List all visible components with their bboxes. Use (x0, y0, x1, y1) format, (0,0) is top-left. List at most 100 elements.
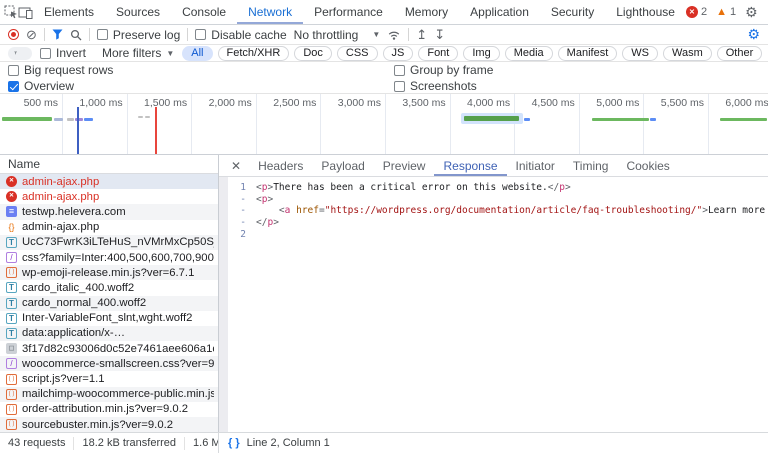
scroll-gutter[interactable] (219, 177, 228, 432)
tab-preview[interactable]: Preview (374, 155, 435, 176)
request-name: admin-ajax.php (22, 221, 214, 233)
request-row[interactable]: TInter-VariableFont_slnt,wght.woff2 (0, 311, 218, 326)
checkbox-checked[interactable] (8, 81, 19, 92)
code-text (256, 229, 768, 241)
search-icon[interactable] (70, 29, 82, 41)
warning-badge[interactable]: ▲1 (716, 6, 736, 18)
tab-security[interactable]: Security (540, 0, 605, 24)
filter-chip-img[interactable]: Img (463, 46, 499, 61)
checkbox[interactable] (40, 48, 51, 59)
request-row[interactable]: Tcardo_italic_400.woff2 (0, 280, 218, 295)
request-row[interactable]: /css?family=Inter:400,500,600,700,900&su… (0, 250, 218, 265)
checkbox[interactable] (394, 81, 405, 92)
timeline-tick-label: 3,000 ms (315, 97, 381, 109)
export-har-icon[interactable]: ↧ (434, 28, 445, 41)
request-row[interactable]: Tdata:application/x-… (0, 326, 218, 341)
request-row[interactable]: ( )order-attribution.min.js?ver=9.0.2 (0, 402, 218, 417)
timeline-tick-label: 4,500 ms (509, 97, 575, 109)
filter-chip-media[interactable]: Media (505, 46, 553, 61)
clear-button[interactable]: ⊘ (26, 28, 37, 41)
timeline-tick-label: 500 ms (0, 97, 58, 109)
request-row[interactable]: ✕admin-ajax.php (0, 189, 218, 204)
network-conditions-icon[interactable] (387, 29, 401, 41)
request-row[interactable]: ( )wp-emoji-release.min.js?ver=6.7.1 (0, 265, 218, 280)
network-overview-timeline[interactable]: 500 ms1,000 ms1,500 ms2,000 ms2,500 ms3,… (0, 94, 768, 155)
request-row[interactable]: ( )script.js?ver=1.1 (0, 371, 218, 386)
timeline-bar (67, 118, 74, 121)
preserve-log-checkbox[interactable]: Preserve log (97, 28, 180, 42)
script-icon: ( ) (6, 419, 17, 430)
format-icon[interactable]: { } (228, 437, 240, 449)
filter-chip-manifest[interactable]: Manifest (558, 46, 618, 61)
timeline-event-line (155, 107, 157, 155)
request-row[interactable]: ◻3f17d82c93006d0c52e7461aee606a1c?s=52… (0, 341, 218, 356)
tab-sources[interactable]: Sources (105, 0, 171, 24)
screenshots-checkbox[interactable]: Screenshots (394, 79, 768, 93)
checkbox[interactable] (394, 65, 405, 76)
record-button[interactable] (8, 29, 19, 40)
request-name: mailchimp-woocommerce-public.min.js?ver=… (22, 388, 214, 400)
filter-chip-all[interactable]: All (182, 46, 212, 61)
tab-initiator[interactable]: Initiator (507, 155, 564, 176)
tab-memory[interactable]: Memory (394, 0, 459, 24)
device-toolbar-icon[interactable] (18, 0, 33, 24)
request-name: admin-ajax.php (22, 176, 214, 188)
error-badge[interactable]: ✕2 (686, 6, 707, 18)
checkbox[interactable] (97, 29, 108, 40)
request-row[interactable]: ( )sourcebuster.min.js?ver=9.0.2 (0, 417, 218, 432)
disable-cache-checkbox[interactable]: Disable cache (195, 28, 286, 42)
request-row[interactable]: /woocommerce-smallscreen.css?ver=9.0.2 (0, 356, 218, 371)
invert-checkbox[interactable]: Invert (40, 46, 86, 60)
request-row[interactable]: Tcardo_normal_400.woff2 (0, 296, 218, 311)
filter-chip-ws[interactable]: WS (622, 46, 658, 61)
overview-checkbox[interactable]: Overview (8, 79, 394, 93)
big-request-rows-checkbox[interactable]: Big request rows (8, 63, 394, 77)
inspect-element-icon[interactable] (4, 0, 18, 24)
network-filter-bar: Invert More filters▼ All Fetch/XHR Doc CSS J… (0, 45, 768, 62)
tab-payload[interactable]: Payload (312, 155, 373, 176)
filter-chip-other[interactable]: Other (717, 46, 763, 61)
tab-application[interactable]: Application (459, 0, 540, 24)
error-icon: ✕ (6, 176, 17, 187)
filter-input-pill[interactable] (8, 47, 32, 60)
checkbox[interactable] (8, 65, 19, 76)
checkbox[interactable] (195, 29, 206, 40)
filter-toggle-button[interactable] (52, 29, 63, 40)
filter-chip-font[interactable]: Font (418, 46, 458, 61)
request-row[interactable]: ✕ admin-ajax.php (0, 174, 218, 189)
filter-chip-doc[interactable]: Doc (294, 46, 332, 61)
tab-lighthouse[interactable]: Lighthouse (605, 0, 686, 24)
timeline-bar (2, 117, 52, 121)
tab-headers[interactable]: Headers (249, 155, 312, 176)
response-code-viewer[interactable]: 1<p>There has been a critical error on t… (228, 177, 768, 432)
request-row[interactable]: {}admin-ajax.php (0, 220, 218, 235)
close-detail-icon[interactable]: ✕ (219, 155, 249, 176)
tab-console[interactable]: Console (171, 0, 237, 24)
settings-gear-icon[interactable]: ⚙ (745, 5, 758, 19)
tab-response[interactable]: Response (434, 155, 506, 176)
disable-cache-label: Disable cache (211, 28, 286, 42)
import-har-icon[interactable]: ↥ (416, 28, 427, 41)
filter-chip-js[interactable]: JS (383, 46, 414, 61)
network-settings-gear-icon[interactable]: ⚙ (747, 26, 760, 43)
group-by-frame-checkbox[interactable]: Group by frame (394, 63, 768, 77)
name-column-header[interactable]: Name (0, 155, 218, 174)
tab-cookies[interactable]: Cookies (617, 155, 678, 176)
chevron-down-icon: ▼ (372, 30, 380, 39)
tab-elements[interactable]: Elements (33, 0, 105, 24)
throttling-select[interactable]: No throttling▼ (294, 28, 381, 42)
request-detail-panel: ✕ HeadersPayloadPreviewResponseInitiator… (219, 155, 768, 432)
filter-input[interactable] (21, 47, 26, 59)
more-filters-label: More filters (102, 46, 161, 60)
filter-chip-wasm[interactable]: Wasm (663, 46, 712, 61)
tab-timing[interactable]: Timing (564, 155, 618, 176)
line-number: 2 (228, 229, 256, 241)
filter-chip-fetch-xhr[interactable]: Fetch/XHR (218, 46, 290, 61)
filter-chip-css[interactable]: CSS (337, 46, 378, 61)
tab-performance[interactable]: Performance (303, 0, 394, 24)
request-row[interactable]: TUcC73FwrK3iLTeHuS_nVMrMxCp50SjIa1ZL7W… (0, 235, 218, 250)
tab-network[interactable]: Network (237, 0, 303, 24)
request-row[interactable]: ( )mailchimp-woocommerce-public.min.js?v… (0, 387, 218, 402)
request-row[interactable]: ≡testwp.helevera.com (0, 204, 218, 219)
more-filters-button[interactable]: More filters▼ (102, 46, 174, 60)
